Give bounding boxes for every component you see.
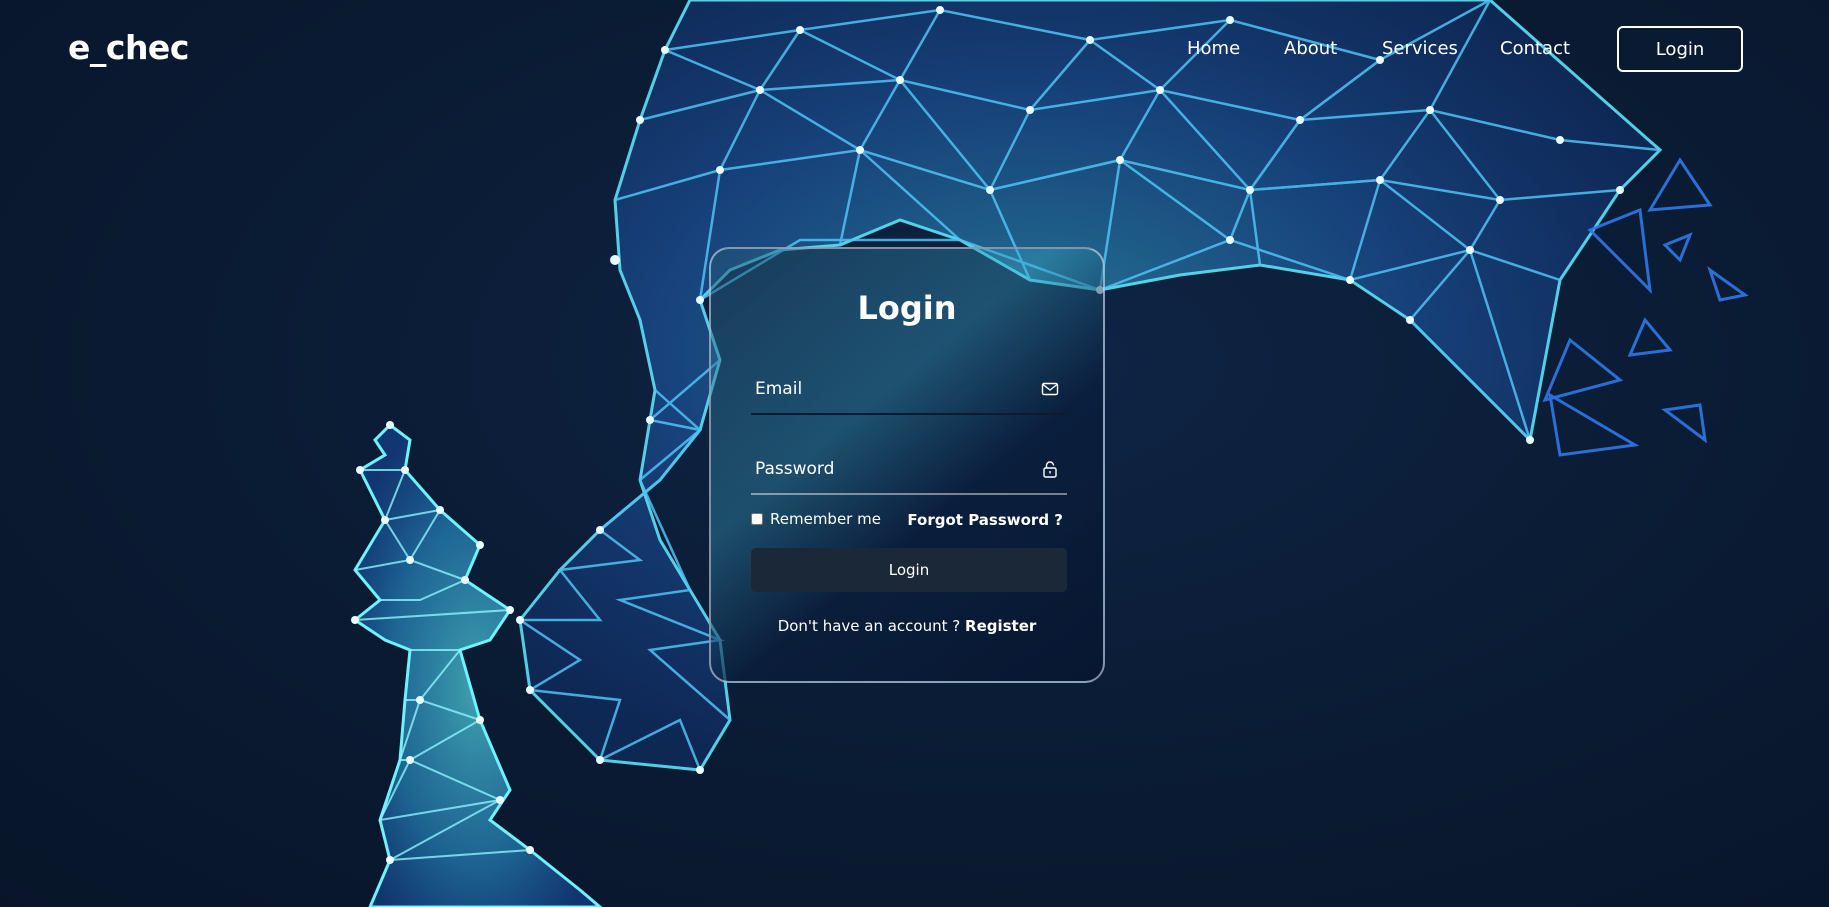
nav-login-button[interactable]: Login (1617, 26, 1743, 72)
nav-about-link[interactable]: About (1284, 38, 1337, 59)
brand-logo[interactable]: e_chec (68, 28, 189, 67)
email-field-wrapper (751, 367, 1067, 415)
lock-icon (1043, 461, 1057, 478)
forgot-password-link[interactable]: Forgot Password ? (907, 511, 1063, 529)
nav-services-link[interactable]: Services (1382, 38, 1458, 59)
remember-me-checkbox[interactable] (751, 513, 763, 525)
login-card: Login Remember me Forgot Password ? Logi… (709, 247, 1105, 683)
top-navbar: e_chec Home About Services Contact Login (0, 0, 1829, 102)
email-input[interactable] (751, 367, 1025, 411)
login-submit-button[interactable]: Login (751, 548, 1067, 592)
nav-home-link[interactable]: Home (1187, 38, 1240, 59)
password-input[interactable] (751, 447, 1025, 491)
nav-contact-link[interactable]: Contact (1500, 38, 1570, 59)
knight-piece-art (515, 0, 1749, 774)
register-prompt-text: Don't have an account ? (777, 617, 961, 635)
remember-me-label: Remember me (770, 510, 881, 528)
register-prompt: Don't have an account ? Register (711, 617, 1103, 635)
password-field-wrapper (751, 447, 1067, 495)
register-link[interactable]: Register (965, 617, 1036, 635)
remember-me-option[interactable]: Remember me (751, 510, 881, 528)
login-title: Login (857, 289, 957, 327)
mail-icon (1041, 382, 1059, 396)
